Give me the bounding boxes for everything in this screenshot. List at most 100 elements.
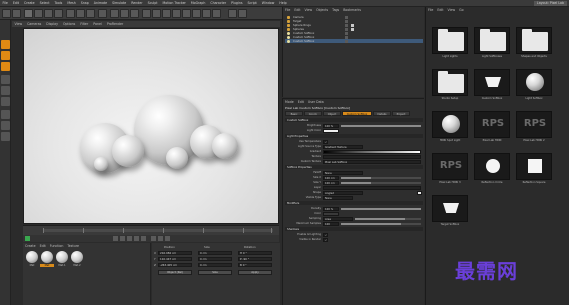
menu-create[interactable]: Create (22, 0, 38, 7)
tab-coord[interactable]: Coord. (304, 111, 322, 116)
preset-tile[interactable]: Target Softbox (432, 195, 468, 231)
select-tool-icon[interactable] (24, 9, 33, 18)
density-slider[interactable] (341, 207, 421, 210)
am-menu-edit[interactable]: Edit (296, 99, 306, 105)
size-y-field[interactable]: 0 cm (198, 257, 232, 261)
visibility-toggle[interactable] (345, 39, 348, 43)
menu-motion-tracker[interactable]: Motion Tracker (160, 0, 188, 7)
size-mode-dropdown[interactable]: Size (198, 270, 232, 275)
preset-tile[interactable]: RPS Pixel Lab HDRI 2 (516, 111, 552, 147)
tab-basic[interactable]: Basic (285, 111, 303, 116)
vp-menu-options[interactable]: Options (61, 21, 78, 27)
sampling-slider[interactable] (355, 217, 421, 220)
shape-dropdown[interactable]: Angled (323, 190, 363, 195)
menu-animate[interactable]: Animate (91, 0, 109, 7)
polygons-mode-icon[interactable] (1, 97, 10, 106)
preset-tile[interactable]: Shapes and Objects (516, 27, 552, 63)
menu-mograph[interactable]: MoGraph (188, 0, 207, 7)
points-mode-icon[interactable] (1, 75, 10, 84)
preset-tile[interactable]: Light Softbox (516, 69, 552, 105)
viewport-render[interactable] (23, 28, 279, 224)
custom-texture-field[interactable]: Pixel Lab Softbox (323, 159, 421, 164)
texture-field[interactable] (323, 154, 421, 159)
menu-render[interactable]: Render (129, 0, 145, 7)
material-preview[interactable] (71, 251, 83, 263)
autokey-icon[interactable] (158, 236, 163, 241)
floor-icon[interactable] (192, 9, 201, 18)
rotate-tool-icon[interactable] (54, 9, 63, 18)
use-temperature-checkbox[interactable]: ✓ (323, 139, 328, 144)
section-light-properties[interactable]: Light Properties (285, 134, 423, 138)
rotation-h-field[interactable]: H 0 ° (238, 251, 272, 255)
record-icon[interactable] (151, 236, 156, 241)
section-custom-softbox[interactable]: Custom Softbox (285, 118, 423, 122)
preset-tile[interactable]: Light Softboxes (474, 27, 510, 63)
render-view-icon[interactable] (110, 9, 119, 18)
size-x-slider[interactable] (341, 176, 421, 179)
keyframe-selection-icon[interactable] (165, 236, 170, 241)
undo-icon[interactable] (2, 9, 11, 18)
visible-type-dropdown[interactable]: None (323, 195, 353, 200)
apply-button[interactable]: Apply (238, 270, 272, 275)
light-color-swatch[interactable] (323, 128, 339, 133)
gradient-editor[interactable] (323, 149, 421, 154)
position-y-field[interactable]: 110.447 cm (158, 257, 192, 261)
size-x-field[interactable]: 100 cm (323, 175, 339, 180)
mat-menu-create[interactable]: Create (23, 243, 38, 249)
next-frame-icon[interactable] (134, 236, 139, 241)
om-menu-view[interactable]: View (303, 7, 315, 13)
vp-menu-cameras[interactable]: Cameras (25, 21, 44, 27)
preset-tile[interactable]: Light Lights (432, 27, 468, 63)
texture-mode-icon[interactable] (1, 62, 10, 71)
am-menu-user-data[interactable]: User Data (306, 99, 326, 105)
mat-menu-edit[interactable]: Edit (38, 243, 48, 249)
tab-object[interactable]: Object (323, 111, 341, 116)
preset-tile[interactable]: Studio Setup (432, 69, 468, 105)
material-preview[interactable] (41, 251, 53, 263)
menu-select[interactable]: Select (37, 0, 52, 7)
coord-mode-dropdown[interactable]: Object (Rel) (158, 270, 192, 275)
brightness-slider[interactable] (341, 124, 421, 127)
shape-picker-icon[interactable] (417, 190, 422, 195)
layout-selector[interactable]: Layout: Pixel Lab (533, 1, 567, 6)
layer-field[interactable] (323, 185, 421, 190)
preset-tile[interactable]: RPS Pixel Lab HDRI 3 (432, 153, 468, 189)
object-row-selected[interactable]: Custom Softbox (285, 39, 423, 43)
move-tool-icon[interactable] (34, 9, 43, 18)
cb-menu-edit[interactable]: Edit (435, 7, 445, 13)
go-to-start-icon[interactable] (113, 236, 118, 241)
prev-frame-icon[interactable] (120, 236, 125, 241)
model-mode-icon[interactable] (1, 51, 10, 60)
light-source-type-dropdown[interactable]: Gradient Texture (323, 144, 363, 149)
axis-mode-icon[interactable] (1, 110, 10, 119)
material-name[interactable]: Mat.2 (70, 264, 84, 267)
camera-icon[interactable] (202, 9, 211, 18)
menu-tools[interactable]: Tools (52, 0, 65, 7)
section-softbox-properties[interactable]: Softbox Properties (285, 165, 423, 169)
position-z-field[interactable]: -263.405 cm (158, 263, 192, 267)
mat-menu-function[interactable]: Function (48, 243, 66, 249)
light-icon[interactable] (212, 9, 221, 18)
scale-tool-icon[interactable] (44, 9, 53, 18)
menu-script[interactable]: Script (245, 0, 259, 7)
density-field[interactable]: 100 % (323, 206, 339, 211)
material-name[interactable]: Mat (25, 264, 39, 267)
render-picture-viewer-icon[interactable] (120, 9, 129, 18)
menu-help[interactable]: Help (277, 0, 289, 7)
section-shadows[interactable]: Shadows (285, 227, 423, 231)
tab-project[interactable]: Project (392, 111, 410, 116)
am-menu-mode[interactable]: Mode (283, 99, 296, 105)
vp-menu-panel[interactable]: Panel (91, 21, 105, 27)
coordinate-system-icon[interactable] (98, 9, 107, 18)
redo-icon[interactable] (12, 9, 21, 18)
z-axis-icon[interactable] (86, 9, 95, 18)
enable-gl-lighting-checkbox[interactable]: ✓ (323, 232, 328, 237)
spline-icon[interactable] (172, 9, 181, 18)
timeline-track[interactable] (43, 229, 273, 232)
tab-details[interactable]: Details (373, 111, 391, 116)
cube-icon[interactable] (142, 9, 151, 18)
om-menu-bookmarks[interactable]: Bookmarks (341, 7, 363, 13)
cb-menu-view[interactable]: View (446, 7, 458, 13)
position-x-field[interactable]: 216.984 cm (158, 251, 192, 255)
menu-simulate[interactable]: Simulate (110, 0, 129, 7)
